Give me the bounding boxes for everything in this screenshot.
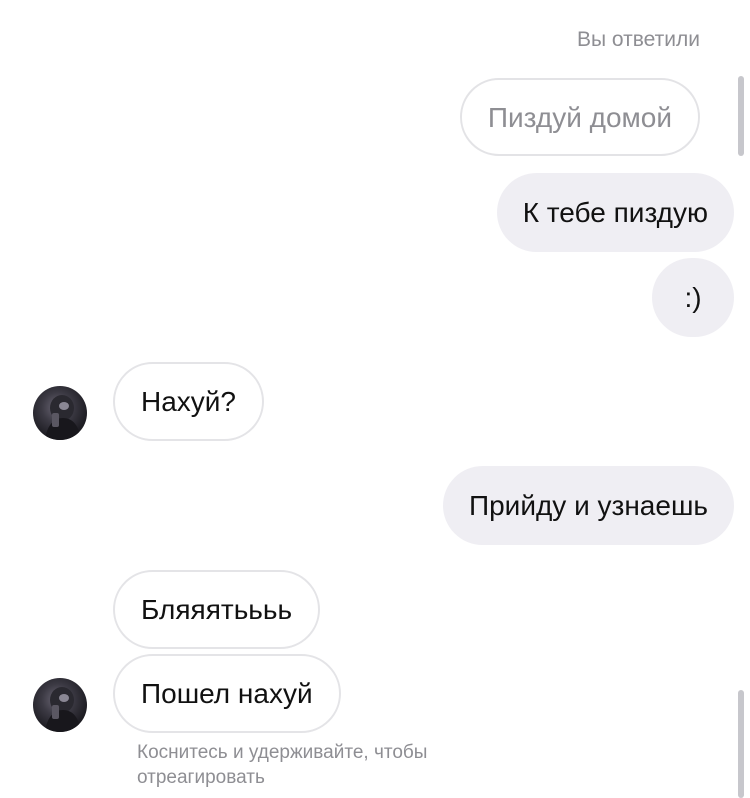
scrollbar-thumb[interactable] [738,690,744,798]
outgoing-message-bubble[interactable]: Прийду и узнаешь [442,466,734,545]
outgoing-message-bubble[interactable]: :) [652,258,734,337]
scrollbar-thumb[interactable] [738,76,744,156]
incoming-message-bubble[interactable]: Пошел нахуй [113,654,341,733]
contact-avatar[interactable] [33,678,87,732]
avatar-photo-icon [45,687,81,732]
reaction-hint-text: Коснитесь и удерживайте, чтобы отреагиро… [137,742,428,788]
outgoing-message-bubble[interactable]: К тебе пиздую [496,173,734,252]
contact-avatar[interactable] [33,386,87,440]
quoted-message-bubble[interactable]: Пиздуй домой [459,78,700,156]
incoming-message-bubble[interactable]: Нахуй? [113,362,265,441]
reply-label: Вы ответили [576,28,700,51]
incoming-message-bubble[interactable]: Бляяятьььь [113,570,321,649]
avatar-photo-icon [45,395,81,440]
